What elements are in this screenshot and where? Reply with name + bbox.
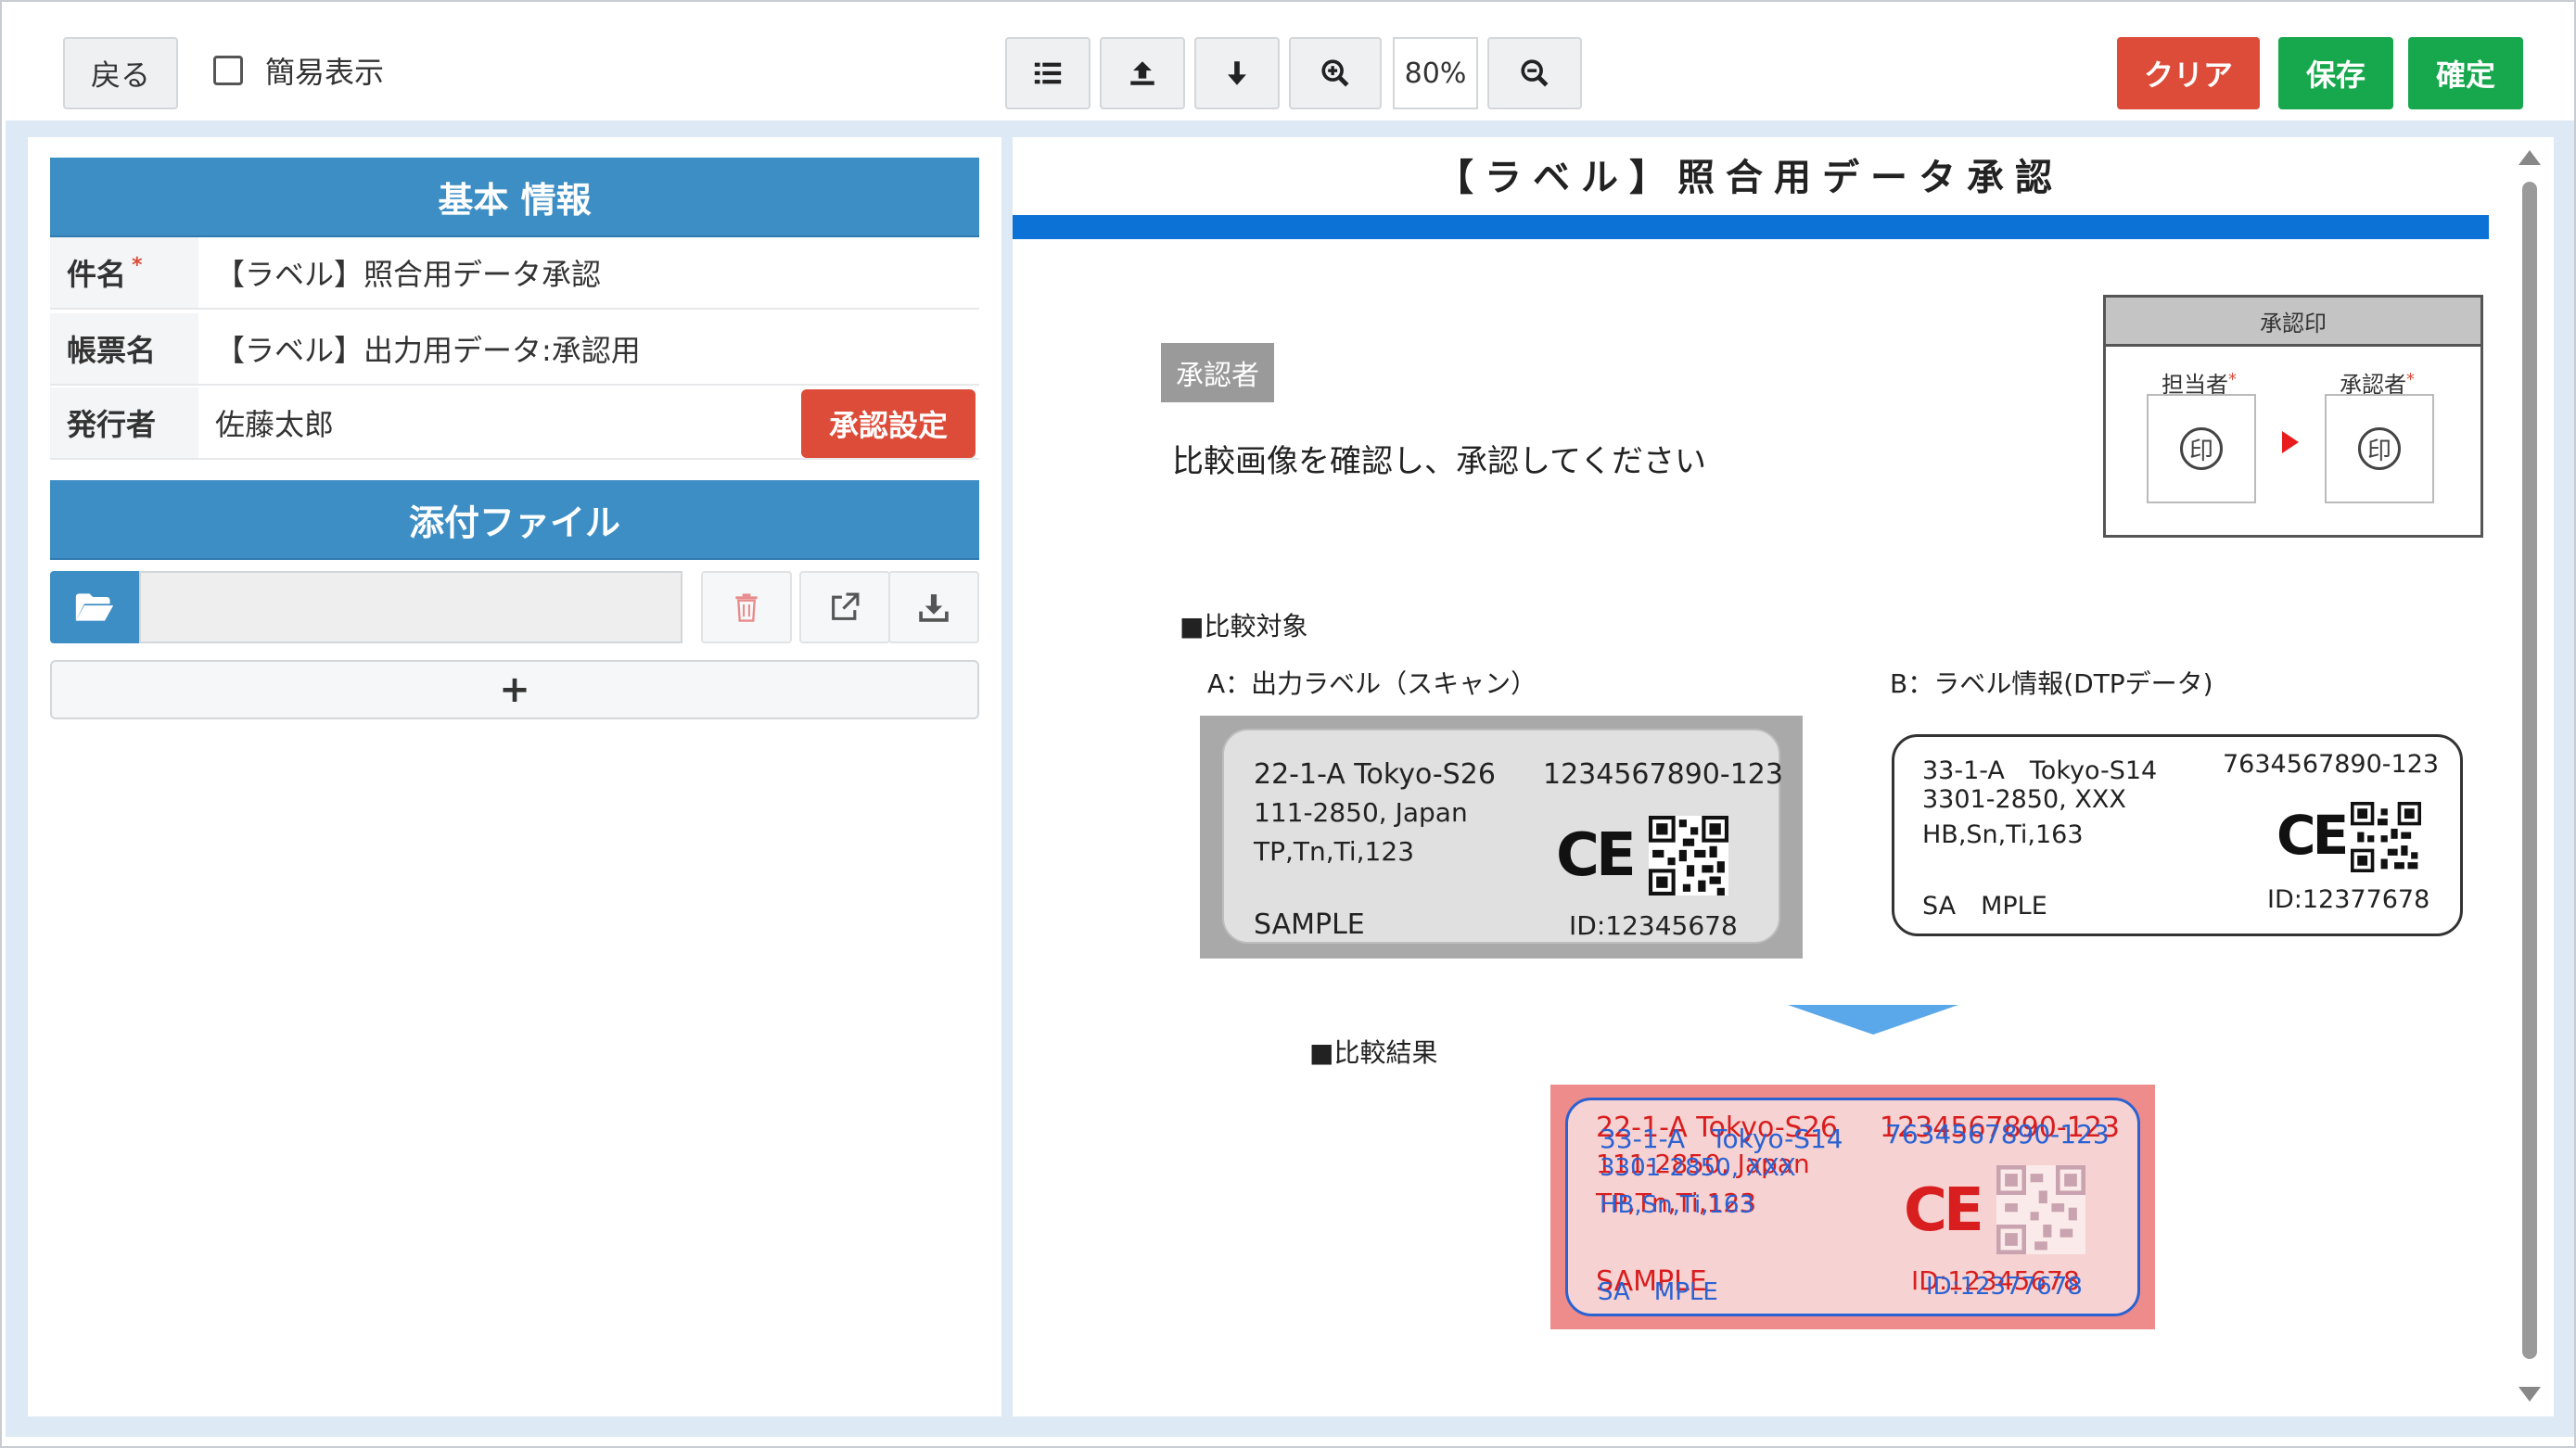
list-icon xyxy=(1034,62,1062,84)
zoom-out-button[interactable] xyxy=(1487,37,1582,109)
comparison-result-plate: 22-1-A Tokyo-S26 33-1-A Tokyo-S14 123456… xyxy=(1565,1098,2140,1316)
ce-mark-icon: CE xyxy=(1556,821,1637,890)
label-b-id: ID:12377678 xyxy=(2267,885,2430,914)
ce-mark-icon: CE xyxy=(2276,804,2349,867)
form-name-key: 帳票名 xyxy=(50,313,198,384)
label-a-line1: 22-1-A Tokyo-S26 xyxy=(1254,758,1496,791)
simple-view-checkbox[interactable] xyxy=(213,56,243,85)
folder-open-icon xyxy=(75,593,114,621)
label-b-heading: B：ラベル情報(DTPデータ) xyxy=(1890,668,2213,699)
approval-stamp-box: 承認印 担当者* 承認者* 印 印 xyxy=(2103,295,2483,538)
document-title: 【ラベル】照合用データ承認 xyxy=(1436,157,2063,199)
label-b-line2: 3301-2850, XXX xyxy=(1922,785,2126,814)
scanned-label-plate: 22-1-A Tokyo-S26 1234567890-123 111-2850… xyxy=(1222,729,1783,944)
qr-code-icon xyxy=(1649,816,1728,895)
label-b-number: 7634567890-123 xyxy=(2223,750,2440,779)
seal-icon: 印 xyxy=(2180,427,2223,470)
zoom-in-icon xyxy=(1321,59,1349,87)
stamp-title: 承認印 xyxy=(2106,298,2480,347)
subject-row: 件名 * 【ラベル】照合用データ承認 xyxy=(50,237,979,310)
upload-icon xyxy=(1130,61,1154,85)
overlay-b-id: ID:12377678 xyxy=(1926,1273,2083,1301)
download-arrow-icon xyxy=(1228,61,1246,85)
confirm-button[interactable]: 確定 xyxy=(2408,37,2523,109)
issuer-key: 発行者 xyxy=(50,387,198,458)
subject-key: 件名 * xyxy=(50,237,198,308)
comparison-result-image: 22-1-A Tokyo-S26 33-1-A Tokyo-S14 123456… xyxy=(1550,1085,2155,1329)
upload-button[interactable] xyxy=(1100,37,1185,109)
approver-stamp-cell[interactable]: 印 xyxy=(2325,394,2434,503)
simple-view-toggle[interactable]: 簡易表示 xyxy=(213,50,384,91)
overlay-b-number: 7634567890-123 xyxy=(1885,1119,2110,1150)
instruction-text: 比較画像を確認し、承認してください xyxy=(1172,443,1706,480)
basic-info-header: 基本 情報 xyxy=(50,158,979,237)
attachments-header: 添付ファイル xyxy=(50,480,979,560)
issuer-value: 佐藤太郎 xyxy=(215,407,335,442)
download-button[interactable] xyxy=(1194,37,1280,109)
scroll-thumb[interactable] xyxy=(2522,182,2537,1359)
overlay-b-line2: 3301-2850, XXX xyxy=(1600,1154,1796,1182)
list-button[interactable] xyxy=(1005,37,1090,109)
label-b-sample: SA MPLE xyxy=(1922,892,2047,921)
seal-icon: 印 xyxy=(2358,427,2401,470)
file-name-input[interactable] xyxy=(139,571,682,643)
scanned-label-image: 22-1-A Tokyo-S26 1234567890-123 111-2850… xyxy=(1200,716,1803,959)
person-stamp-cell[interactable]: 印 xyxy=(2147,394,2256,503)
label-a-id: ID:12345678 xyxy=(1569,910,1738,941)
title-underline xyxy=(1013,215,2489,239)
label-a-number: 1234567890-123 xyxy=(1543,758,1783,791)
zoom-in-button[interactable] xyxy=(1289,37,1382,109)
compare-heading: ■比較対象 xyxy=(1180,611,1308,641)
zoom-level: 80% xyxy=(1393,37,1478,109)
form-name-row: 帳票名 【ラベル】出力用データ:承認用 xyxy=(50,313,979,386)
zoom-out-icon xyxy=(1521,59,1549,87)
label-b-line3: HB,Sn,Ti,163 xyxy=(1922,820,2084,849)
toolbar: 戻る 簡易表示 80% クリア 保存 確定 xyxy=(2,2,2574,121)
issuer-row: 発行者 佐藤太郎 承認設定 xyxy=(50,387,979,460)
external-link-icon xyxy=(832,592,860,620)
open-folder-button[interactable] xyxy=(50,571,139,643)
trash-icon xyxy=(735,593,758,622)
add-attachment-button[interactable]: + xyxy=(50,660,979,719)
arrow-right-icon xyxy=(2282,431,2299,453)
label-a-line3: TP,Tn,Ti,123 xyxy=(1254,836,1415,867)
down-arrow-icon xyxy=(1788,1005,1958,1035)
result-heading: ■比較結果 xyxy=(1309,1037,1438,1068)
main-area: 基本 情報 件名 * 【ラベル】照合用データ承認 帳票名 【ラベル】出力用データ:… xyxy=(6,121,2574,1437)
download-file-button[interactable] xyxy=(888,571,979,643)
dtp-label-image: 33-1-A Tokyo-S14 7634567890-123 3301-285… xyxy=(1892,734,2463,936)
label-a-heading: A：出力ラベル（スキャン） xyxy=(1207,668,1537,699)
scroll-down-icon[interactable] xyxy=(2519,1387,2541,1402)
ce-mark-icon: CE xyxy=(1904,1176,1984,1245)
back-button[interactable]: 戻る xyxy=(63,37,178,109)
file-row xyxy=(50,571,979,643)
document-preview: 【ラベル】照合用データ承認 承認者 比較画像を確認し、承認してください 承認印 … xyxy=(1013,137,2554,1416)
open-external-button[interactable] xyxy=(799,571,890,643)
qr-code-icon xyxy=(1996,1165,2085,1254)
download-icon xyxy=(919,594,949,622)
form-name-value: 【ラベル】出力用データ:承認用 xyxy=(215,333,641,368)
subject-value: 【ラベル】照合用データ承認 xyxy=(215,257,602,292)
approval-setting-button[interactable]: 承認設定 xyxy=(801,389,976,458)
label-a-line2: 111-2850, Japan xyxy=(1254,797,1468,828)
required-mark: * xyxy=(132,253,143,277)
preview-scrollbar[interactable] xyxy=(2515,150,2543,1402)
overlay-b-sample: SA MPLE xyxy=(1598,1278,1718,1306)
clear-button[interactable]: クリア xyxy=(2117,37,2260,109)
qr-code-icon xyxy=(2351,802,2421,872)
label-a-sample: SAMPLE xyxy=(1254,908,1365,941)
info-panel: 基本 情報 件名 * 【ラベル】照合用データ承認 帳票名 【ラベル】出力用データ:… xyxy=(28,137,1001,1416)
approver-badge: 承認者 xyxy=(1161,343,1274,402)
simple-view-label: 簡易表示 xyxy=(265,55,385,90)
app-window: 戻る 簡易表示 80% クリア 保存 確定 基本 情報 件名 * 【ラベル】照合… xyxy=(0,0,2576,1448)
label-b-line1: 33-1-A Tokyo-S14 xyxy=(1922,756,2158,785)
save-button[interactable]: 保存 xyxy=(2278,37,2393,109)
overlay-b-line3: HB,Sn,Ti,163 xyxy=(1600,1191,1755,1219)
delete-file-button[interactable] xyxy=(701,571,792,643)
scroll-up-icon[interactable] xyxy=(2519,150,2541,165)
